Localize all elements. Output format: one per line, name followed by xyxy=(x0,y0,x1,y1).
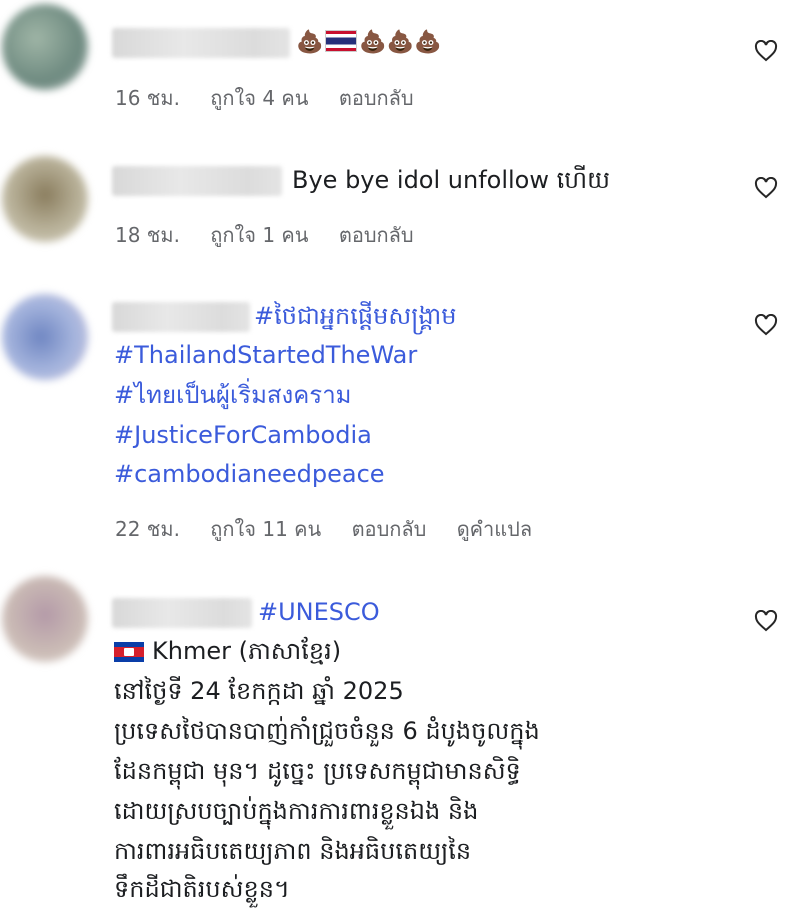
comment-meta: 18 ชม. ถูกใจ 1 คน ตอบกลับ xyxy=(115,219,438,251)
hashtag-link[interactable]: #UNESCO xyxy=(258,593,380,631)
likes-count[interactable]: ถูกใจ 4 คน xyxy=(210,86,308,110)
avatar[interactable] xyxy=(2,156,88,242)
username-blurred[interactable] xyxy=(112,28,290,58)
comment-text: Bye bye idol unfollow ហើយ xyxy=(292,166,610,194)
comment-body-line: ទឹកដីជាតិរបស់ខ្លួន។ xyxy=(114,875,290,903)
comment-body-line: នៅថ្ងៃទី 24 ខែកក្កដា ឆ្នាំ 2025 xyxy=(114,677,404,705)
comment-body-line: ប្រទេសថៃបានបាញ់កាំជ្រួចចំនួន 6 ដំបូងចូលក… xyxy=(114,717,540,745)
hashtag-link[interactable]: #cambodianeedpeace xyxy=(114,455,385,493)
poop-emoji: 💩 xyxy=(386,30,415,55)
comment-body-line: ដោយស្របច្បាប់ក្នុងការការពារខ្លួនឯង និង xyxy=(114,797,479,825)
comment-meta: 22 ชม. ถูกใจ 11 คน ตอบกลับ ดูคำแปล xyxy=(115,513,556,545)
language-name: Khmer (ភាសាខ្មែរ) xyxy=(152,637,342,665)
heart-outline-icon[interactable] xyxy=(754,39,778,62)
thailand-flag-icon xyxy=(325,30,358,52)
likes-count[interactable]: ถูกใจ 1 คน xyxy=(210,223,308,247)
likes-count[interactable]: ถูกใจ 11 คน xyxy=(210,517,321,541)
poop-emoji: 💩 xyxy=(296,30,324,55)
cambodia-flag-icon xyxy=(114,642,144,662)
username-blurred[interactable] xyxy=(112,302,250,332)
see-translation-button[interactable]: ดูคำแปล xyxy=(457,517,532,541)
reply-button[interactable]: ตอบกลับ xyxy=(352,517,427,541)
hashtag-link[interactable]: #JusticeForCambodia xyxy=(114,416,372,454)
heart-outline-icon[interactable] xyxy=(754,313,778,336)
heart-outline-icon[interactable] xyxy=(754,176,778,199)
comment-body-line: ដែនកម្ពុជា មុន។ ដូច្នេះ ប្រទេសកម្ពុជាមាន… xyxy=(114,757,521,785)
heart-outline-icon[interactable] xyxy=(754,609,778,632)
comment-body-line: ការពារអធិបតេយ្យភាព និងអធិបតេយ្យនៃ xyxy=(114,837,472,865)
avatar[interactable] xyxy=(2,4,88,90)
poop-emoji: 💩 xyxy=(359,30,387,55)
comment-text: 💩 💩💩💩 xyxy=(296,22,442,62)
avatar[interactable] xyxy=(2,576,88,662)
comment-meta: 16 ชม. ถูกใจ 4 คน ตอบกลับ xyxy=(115,82,438,114)
reply-button[interactable]: ตอบกลับ xyxy=(339,86,414,110)
username-blurred[interactable] xyxy=(112,166,282,196)
hashtag-link[interactable]: #ไทยเป็นผู้เริ่มสงคราม xyxy=(114,376,352,414)
reply-button[interactable]: ตอบกลับ xyxy=(339,223,414,247)
hashtag-link[interactable]: #ThailandStartedTheWar xyxy=(114,336,417,374)
username-blurred[interactable] xyxy=(112,598,252,628)
poop-emoji: 💩 xyxy=(414,30,442,55)
timestamp[interactable]: 18 ชม. xyxy=(115,223,180,247)
avatar[interactable] xyxy=(2,294,88,380)
timestamp[interactable]: 22 ชม. xyxy=(115,517,180,541)
hashtag-link[interactable]: #ថៃជាអ្នកផ្តើមសង្គ្រាម xyxy=(254,297,456,335)
timestamp[interactable]: 16 ชม. xyxy=(115,86,180,110)
language-label: Khmer (ភាសាខ្មែរ) xyxy=(114,632,341,670)
